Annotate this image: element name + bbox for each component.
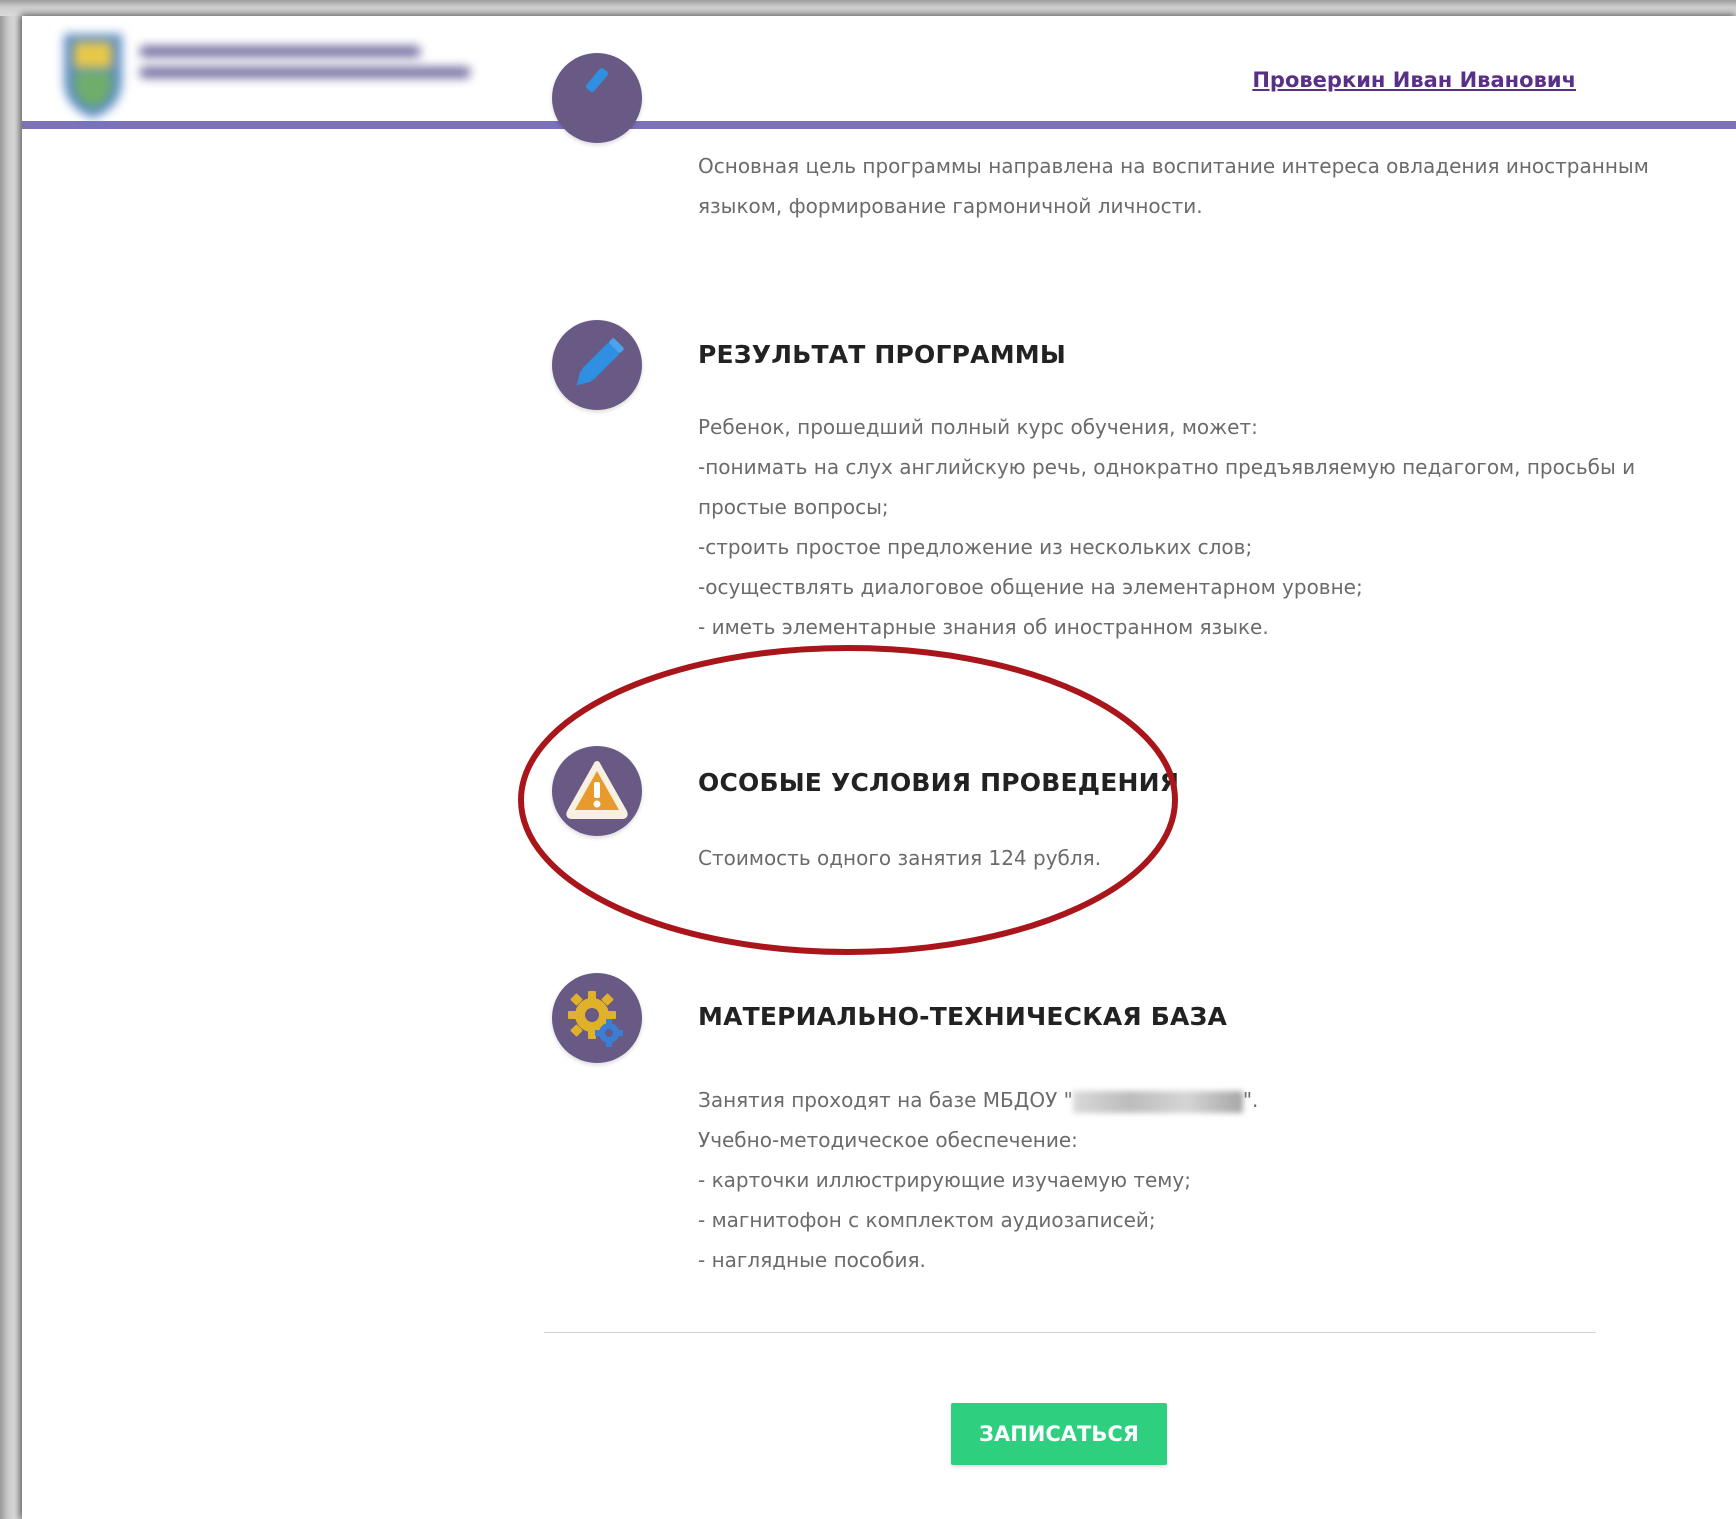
- text-line: Учебно-методическое обеспечение:: [698, 1128, 1078, 1152]
- text-line: Стоимость одного занятия 124 рубля.: [698, 846, 1102, 870]
- section-title: ОСОБЫЕ УСЛОВИЯ ПРОВЕДЕНИЯ: [698, 768, 1180, 797]
- text-fragment: ".: [1242, 1088, 1259, 1112]
- section-icon-circle: [552, 746, 642, 836]
- gear-icon: [568, 991, 623, 1047]
- section-icon-circle: [552, 973, 642, 1063]
- text-line: - иметь элементарные знания об иностранн…: [698, 615, 1269, 639]
- text-line: -строить простое предложение из нескольк…: [698, 535, 1253, 559]
- page: Проверкин Иван Иванович Основная цель пр…: [22, 16, 1736, 1519]
- text-fragment: Занятия проходят на базе МБДОУ ": [698, 1088, 1073, 1112]
- pencil-icon: [586, 68, 608, 92]
- window-top-edge: [0, 0, 1736, 16]
- site-header: Проверкин Иван Иванович: [22, 16, 1736, 129]
- section-text: Занятия проходят на базе МБДОУ " ". Учебн…: [698, 1080, 1598, 1280]
- text-line: -осуществлять диалоговое общение на элем…: [698, 575, 1363, 599]
- logo-emblem-icon[interactable]: [60, 28, 126, 120]
- section-text: Основная цель программы направлена на во…: [698, 146, 1649, 226]
- text-line: Основная цель программы направлена на во…: [698, 154, 1649, 178]
- user-profile-link[interactable]: Проверкин Иван Иванович: [1252, 68, 1576, 92]
- text-line: - карточки иллюстрирующие изучаемую тему…: [698, 1168, 1191, 1192]
- redacted-name: [1072, 1090, 1243, 1113]
- content-divider: [544, 1332, 1596, 1333]
- section-icon-circle: [552, 53, 642, 143]
- text-line: простые вопросы;: [698, 495, 889, 519]
- text-line: - наглядные пособия.: [698, 1248, 926, 1272]
- pencil-icon: [576, 338, 624, 386]
- section-text: Стоимость одного занятия 124 рубля.: [698, 838, 1598, 878]
- section-icon-circle: [552, 320, 642, 410]
- text-line: Ребенок, прошедший полный курс обучения,…: [698, 415, 1258, 439]
- text-line: -понимать на слух английскую речь, однок…: [698, 455, 1636, 479]
- section-title: МАТЕРИАЛЬНО-ТЕХНИЧЕСКАЯ БАЗА: [698, 1002, 1228, 1031]
- section-text: Ребенок, прошедший полный курс обучения,…: [698, 407, 1636, 647]
- text-line: - магнитофон с комплектом аудиозаписей;: [698, 1208, 1156, 1232]
- logo-text-redacted[interactable]: [140, 46, 470, 98]
- section-title: РЕЗУЛЬТАТ ПРОГРАММЫ: [698, 340, 1066, 369]
- enroll-button[interactable]: ЗАПИСАТЬСЯ: [951, 1403, 1167, 1465]
- text-line: языком, формирование гармоничной личност…: [698, 194, 1203, 218]
- text-line-with-redaction: Занятия проходят на базе МБДОУ " ".: [698, 1080, 1598, 1120]
- warning-icon: [566, 761, 628, 819]
